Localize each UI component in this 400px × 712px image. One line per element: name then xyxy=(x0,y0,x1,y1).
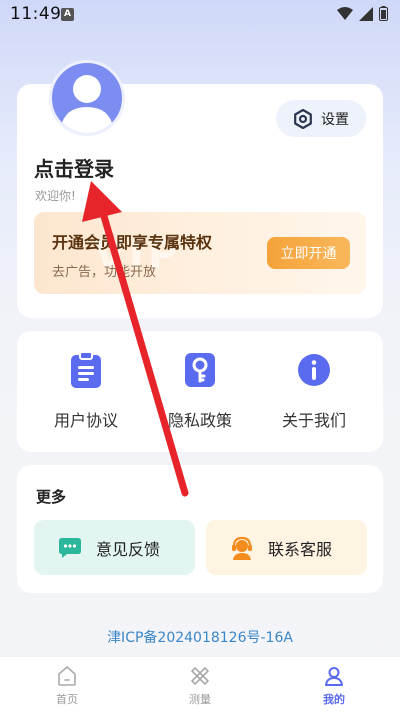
vip-subtitle: 去广告，功能开放 xyxy=(52,265,157,280)
privacy-policy-label: 隐私政策 xyxy=(167,411,232,430)
vip-open-button[interactable]: 立即开通 xyxy=(267,237,350,269)
home-icon xyxy=(58,666,76,686)
settings-button[interactable]: 设置 xyxy=(276,100,366,137)
tab-home[interactable]: 首页 xyxy=(27,665,107,707)
privacy-policy-link[interactable]: 隐私政策 xyxy=(145,351,255,431)
headset-icon xyxy=(232,536,252,560)
profile-icon xyxy=(325,667,343,686)
bottom-nav: 首页 测量 我的 xyxy=(0,656,400,712)
info-icon xyxy=(298,354,330,386)
user-avatar-icon xyxy=(60,75,114,133)
user-agreement-label: 用户协议 xyxy=(53,411,118,430)
vip-banner[interactable]: VIP 开通会员即享专属特权 去广告，功能开放 立即开通 xyxy=(34,212,366,294)
more-card: 更多 意见反馈 联系客服 xyxy=(17,465,383,593)
status-time: 11:49 xyxy=(10,4,62,24)
more-title: 更多 xyxy=(36,488,67,506)
welcome-text: 欢迎你! xyxy=(35,189,76,203)
chat-bubble-icon xyxy=(59,537,81,558)
feedback-button[interactable]: 意见反馈 xyxy=(34,520,195,575)
tab-measure-label: 测量 xyxy=(189,693,211,706)
battery-icon xyxy=(379,6,388,21)
vip-title: 开通会员即享专属特权 xyxy=(52,233,213,252)
tab-home-label: 首页 xyxy=(56,693,78,706)
key-icon xyxy=(185,353,215,387)
about-us-link[interactable]: 关于我们 xyxy=(259,351,369,431)
document-icon xyxy=(71,351,101,388)
customer-service-label: 联系客服 xyxy=(268,539,333,559)
icp-record-link[interactable]: 津ICP备2024018126号-16A xyxy=(0,627,400,647)
tab-profile[interactable]: 我的 xyxy=(294,665,374,707)
user-agreement-link[interactable]: 用户协议 xyxy=(31,351,141,431)
notification-icon: A xyxy=(61,8,74,21)
links-card: 用户协议 隐私政策 关于我们 xyxy=(17,331,383,452)
about-us-label: 关于我们 xyxy=(281,411,346,430)
login-link[interactable]: 点击登录 xyxy=(34,153,114,182)
signal-icon xyxy=(359,6,373,21)
gear-icon xyxy=(294,108,312,129)
feedback-label: 意见反馈 xyxy=(96,539,161,559)
tab-measure[interactable]: 测量 xyxy=(160,665,240,707)
status-bar: 11:49 A xyxy=(0,0,400,28)
wifi-icon xyxy=(337,6,353,20)
customer-service-button[interactable]: 联系客服 xyxy=(206,520,367,575)
settings-label: 设置 xyxy=(321,111,349,128)
tab-profile-label: 我的 xyxy=(323,693,345,706)
ruler-icon xyxy=(191,667,209,685)
status-icons xyxy=(337,6,388,21)
avatar[interactable] xyxy=(49,60,125,136)
